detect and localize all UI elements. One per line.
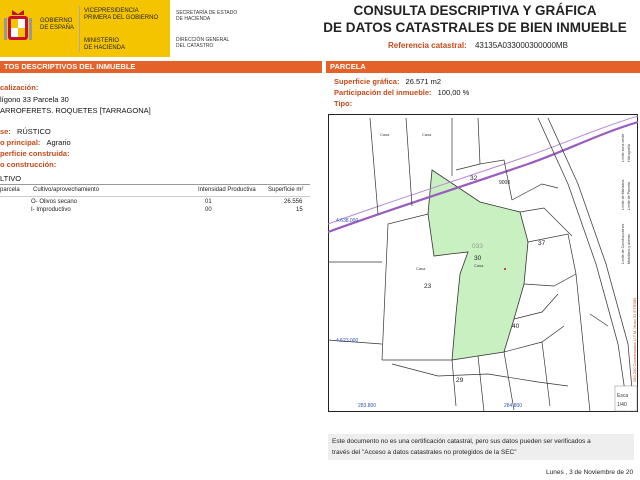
tipo-label: Tipo:: [334, 99, 353, 108]
disclaimer-line1: Este documento no es una certificación c…: [332, 438, 591, 445]
header-divider: [79, 6, 80, 52]
coord-y1: 4.638.000: [336, 218, 358, 224]
table-row-intensidad: 00: [205, 207, 212, 213]
legend-item: Limite de Construcciones: [621, 223, 625, 264]
casa-label: Casa: [474, 263, 484, 268]
direccion-block: DIRECCIÓN GENERAL DEL CATASTRO: [176, 37, 229, 49]
parcel-marker: [504, 268, 506, 270]
uso-value: Agrario: [46, 138, 71, 147]
participacion-label: Participación del inmueble:: [334, 88, 432, 97]
parcel-label-37: 37: [538, 240, 546, 247]
parcel-label-30: 30: [474, 255, 482, 262]
vice-line2: PRIMERA DEL GOBIERNO: [84, 15, 159, 21]
ministry-line2: DE HACIENDA: [84, 45, 126, 51]
document-date: Lunes , 3 de Noviembre de 20: [546, 469, 634, 476]
clase-label: se:: [0, 127, 11, 136]
parcel-label-23: 23: [424, 283, 432, 290]
clase-value: RÚSTICO: [16, 127, 51, 136]
legend-item: Mobiliario y aceras: [627, 234, 631, 264]
casa-label: Casa: [416, 266, 426, 271]
table-row-superficie: 15: [296, 207, 303, 213]
gov-line2: DE ESPAÑA: [40, 25, 74, 31]
cadastral-map[interactable]: 32 9006 033 30 37 23 40 29 Casa Casa Cas…: [328, 114, 638, 412]
table-row-cultivo: O- Olivos secano: [31, 199, 78, 205]
coord-y2: 4.523.000: [336, 338, 358, 344]
table-row-cultivo: I- Improductivo: [31, 207, 71, 213]
gov-line1: GOBIERNO: [40, 18, 73, 24]
participacion-value: 100,00 %: [437, 88, 470, 97]
cultivo-title: LTIVO: [0, 174, 22, 183]
parcel-label-32: 32: [470, 175, 478, 182]
col-header-superficie: Superficie m²: [268, 187, 304, 193]
coord-x1: 283.800: [358, 403, 376, 409]
casa-label: Casa: [380, 132, 390, 137]
parcel-label-9006: 9006: [499, 180, 510, 186]
vice-block: VICEPRESIDENCIA PRIMERA DEL GOBIERNO MIN…: [84, 8, 169, 52]
page-title-line1: CONSULTA DESCRIPTIVA Y GRÁFICA: [353, 3, 597, 18]
disclaimer-line2: través del "Acceso a datos catastrales n…: [332, 449, 517, 456]
utm-side-text: 284.200 Coordenadas U.T.M. Huso 31 ETRS8…: [632, 297, 637, 382]
parcel-label-40: 40: [512, 323, 520, 330]
superficie-grafica-value: 26.571 m2: [405, 77, 441, 86]
superficie-grafica-row: Superficie gráfica: 26.571 m2: [334, 77, 441, 86]
section-bar-datos: TOS DESCRIPTIVOS DEL INMUEBLE: [0, 61, 322, 73]
legend-item: Limite zona verde: [621, 134, 625, 162]
col-header-intensidad: Intensidad Productiva: [198, 187, 256, 193]
superficie-grafica-label: Superficie gráfica:: [334, 77, 400, 86]
ref-catastral: Referencia catastral: 43135A033000300000…: [388, 41, 568, 50]
clase-row: se: RÚSTICO: [0, 127, 51, 136]
parcel-label-033: 033: [472, 243, 483, 250]
ref-value: 43135A033000300000MB: [474, 41, 568, 50]
ano-construccion-label: o construcción:: [0, 160, 57, 169]
table-row-superficie: 26.556: [284, 199, 303, 205]
localizacion-label: calización:: [0, 83, 39, 92]
localizacion-line1: lígono 33 Parcela 30: [0, 95, 69, 104]
scale-value: 1/40: [617, 402, 627, 408]
uso-row: o principal: Agrario: [0, 138, 71, 147]
ministry-line1: MINISTERIO: [84, 38, 120, 44]
legend-item: Limite de Parcela: [627, 182, 631, 210]
col-header-cultivo: Cultivo/aprovechamiento: [33, 187, 100, 193]
table-header-divider: [0, 196, 310, 197]
direccion-line2: DEL CATASTRO: [176, 43, 214, 49]
superficie-construida-label: perficie construida:: [0, 149, 70, 158]
coat-of-arms-icon: [4, 10, 32, 40]
uso-label: o principal:: [0, 138, 41, 147]
vice-line1: VICEPRESIDENCIA: [84, 8, 139, 14]
table-row-intensidad: 01: [205, 199, 212, 205]
col-header-parcela: parcela: [0, 187, 20, 193]
ref-label: Referencia catastral:: [388, 41, 467, 50]
scale-label: Esca: [617, 393, 628, 399]
page-title-line2: DE DATOS CATASTRALES DE BIEN INMUEBLE: [323, 20, 627, 35]
coord-x2: 284.800: [504, 403, 522, 409]
legend-item: Limite de Manzana: [621, 180, 625, 210]
secretaria-line2: DE HACIENDA: [176, 16, 211, 22]
cultivo-divider: [0, 184, 310, 185]
secretaria-block: SECRETARÍA DE ESTADO DE HACIENDA: [176, 10, 237, 22]
parcel-label-29: 29: [456, 377, 464, 384]
gov-name: GOBIERNO DE ESPAÑA: [40, 18, 74, 32]
legend-item: Hidrografía: [627, 144, 631, 162]
casa-label: Casa: [422, 132, 432, 137]
participacion-row: Participación del inmueble: 100,00 %: [334, 88, 469, 97]
localizacion-line2: ARROFERETS. ROQUETES [TARRAGONA]: [0, 106, 151, 115]
section-bar-parcela: PARCELA: [326, 61, 640, 73]
disclaimer-note: Este documento no es una certificación c…: [328, 434, 634, 460]
